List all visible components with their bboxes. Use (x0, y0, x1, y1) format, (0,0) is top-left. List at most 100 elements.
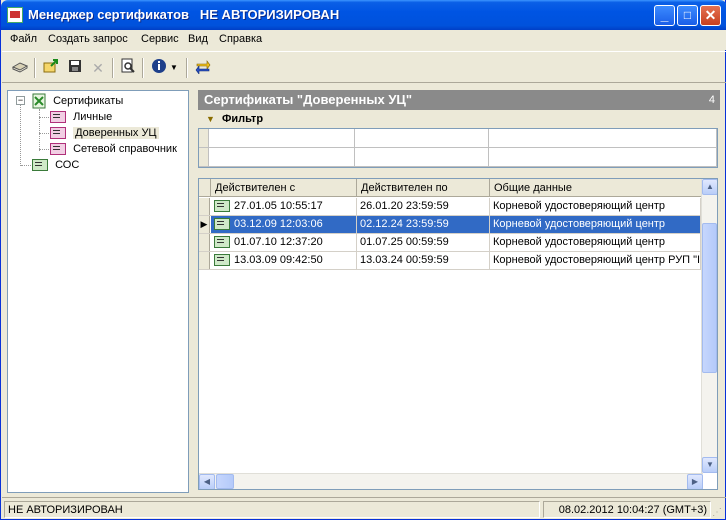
status-auth: НЕ АВТОРИЗИРОВАН (4, 501, 540, 518)
cell-text: 03.12.09 12:03:06 (234, 218, 323, 230)
tree-node-personal[interactable]: Личные (50, 109, 112, 125)
filter-cell[interactable] (209, 148, 355, 167)
dropdown-icon[interactable]: ▼ (168, 58, 180, 78)
view-icon[interactable] (117, 58, 139, 78)
row-indicator[interactable]: ▶ (199, 216, 210, 233)
certificate-icon (214, 236, 230, 249)
tree-line (39, 149, 49, 150)
cell-valid-to[interactable]: 26.01.20 23:59:59 (357, 198, 490, 215)
tree-line (20, 105, 21, 166)
certificate-icon (50, 111, 66, 124)
cell-valid-to[interactable]: 01.07.25 00:59:59 (357, 234, 490, 251)
title-bar[interactable]: Менеджер сертификатов НЕ АВТОРИЗИРОВАН _… (1, 0, 726, 30)
tree-node-trusted-ca[interactable]: Доверенных УЦ (50, 125, 159, 141)
app-window: Менеджер сертификатов НЕ АВТОРИЗИРОВАН _… (0, 0, 726, 520)
tree-label: СОС (55, 159, 80, 171)
menu-create-request[interactable]: Создать запрос (48, 33, 128, 45)
table-row[interactable]: 27.01.05 10:55:17 26.01.20 23:59:59 Корнев… (199, 198, 701, 216)
maximize-button[interactable]: □ (677, 5, 698, 26)
cell-text: 13.03.09 09:42:50 (234, 254, 323, 266)
menu-file[interactable]: Файл (10, 33, 37, 45)
close-button[interactable]: ✕ (700, 5, 721, 26)
filter-cell[interactable] (489, 129, 717, 148)
header-corner (199, 179, 211, 197)
menu-help[interactable]: Справка (219, 33, 262, 45)
tree-node-certificates[interactable]: Сертификаты (32, 93, 123, 109)
book-icon[interactable] (9, 58, 31, 78)
cell-subject[interactable]: Корневой удостоверяющий центр (490, 198, 701, 215)
window-title-auth: НЕ АВТОРИЗИРОВАН (199, 7, 340, 22)
vertical-scroll-thumb[interactable] (702, 223, 717, 373)
scroll-up-button[interactable]: ▲ (702, 179, 717, 195)
toolbar-separator (112, 58, 114, 78)
app-icon[interactable] (7, 7, 23, 23)
cell-valid-from[interactable]: 27.01.05 10:55:17 (211, 198, 357, 215)
resize-grip-icon[interactable]: ⋰ (712, 507, 724, 519)
scroll-down-button[interactable]: ▼ (702, 457, 717, 473)
column-header-valid-to[interactable]: Действителен по (357, 179, 490, 197)
cell-subject[interactable]: Корневой удостоверяющий центр РУП "I (490, 252, 701, 269)
cell-valid-from[interactable]: 13.03.09 09:42:50 (211, 252, 357, 269)
filter-cell[interactable] (209, 129, 355, 148)
status-bar: НЕ АВТОРИЗИРОВАН 08.02.2012 10:04:27 (GM… (2, 497, 726, 519)
crl-icon (32, 159, 48, 172)
certificate-folder-icon (32, 93, 46, 109)
certificates-panel: Сертификаты "Доверенных УЦ" 4 ▼ Фильтр Д… (198, 90, 720, 493)
certificate-icon (50, 143, 66, 156)
tree-label: Сертификаты (53, 95, 124, 107)
save-icon[interactable] (64, 58, 86, 78)
filter-toggle[interactable]: ▼ Фильтр (198, 112, 720, 128)
table-header: Действителен с Действителен по Общие дан… (199, 179, 703, 197)
vertical-scrollbar[interactable]: ▲ ▼ (701, 179, 717, 473)
table-row[interactable]: 13.03.09 09:42:50 13.03.24 00:59:59 Корнев… (199, 252, 701, 270)
toolbar-separator (142, 58, 144, 78)
table-row[interactable]: 01.07.10 12:37:20 01.07.25 00:59:59 Корнев… (199, 234, 701, 252)
horizontal-scrollbar[interactable]: ◀ ▶ (199, 473, 703, 489)
tree-node-network-directory[interactable]: Сетевой справочник (50, 141, 177, 157)
column-header-valid-from[interactable]: Действителен с (211, 179, 357, 197)
horizontal-scroll-thumb[interactable] (216, 474, 234, 489)
certificate-tree[interactable]: − Сертификаты Личные Доверенных УЦ Сетев… (7, 90, 189, 493)
delete-icon[interactable]: ✕ (87, 58, 109, 78)
tree-line (39, 117, 49, 118)
certificate-icon (214, 254, 230, 267)
window-title-app: Менеджер сертификатов (28, 7, 190, 22)
export-icon[interactable] (40, 58, 62, 78)
scroll-right-button[interactable]: ▶ (687, 474, 703, 489)
row-indicator[interactable] (199, 198, 210, 215)
row-indicator[interactable] (199, 234, 210, 251)
minimize-button[interactable]: _ (654, 5, 675, 26)
filter-grid[interactable] (198, 128, 718, 168)
cell-valid-from[interactable]: 03.12.09 12:03:06 (211, 216, 357, 233)
scroll-left-button[interactable]: ◀ (199, 474, 215, 489)
column-header-subject[interactable]: Общие данные (490, 179, 703, 197)
cell-valid-to[interactable]: 02.12.24 23:59:59 (357, 216, 490, 233)
row-indicator[interactable] (199, 252, 210, 269)
tree-collapse-toggle[interactable]: − (16, 96, 25, 105)
cell-subject[interactable]: Корневой удостоверяющий центр (490, 234, 701, 251)
filter-cell[interactable] (355, 148, 489, 167)
certificate-icon (50, 127, 66, 140)
info-icon[interactable] (148, 58, 170, 78)
filter-cell[interactable] (355, 129, 489, 148)
tree-label: Личные (73, 111, 113, 123)
tree-line (39, 133, 49, 134)
cell-text: 27.01.05 10:55:17 (234, 200, 323, 212)
filter-cell (199, 148, 209, 167)
menu-bar: Файл Создать запрос Сервис Вид Справка (2, 30, 726, 50)
cell-valid-from[interactable]: 01.07.10 12:37:20 (211, 234, 357, 251)
cell-subject[interactable]: Корневой удостоверяющий центр (490, 216, 701, 233)
filter-label: Фильтр (222, 113, 264, 125)
certificates-table[interactable]: Действителен с Действителен по Общие дан… (198, 178, 718, 490)
table-row[interactable]: ▶ 03.12.09 12:03:06 02.12.24 23:59:59 Корне… (199, 216, 701, 234)
filter-cell[interactable] (489, 148, 717, 167)
refresh-icon[interactable] (192, 58, 214, 78)
panel-header: Сертификаты "Доверенных УЦ" 4 (198, 90, 720, 110)
cell-valid-to[interactable]: 13.03.24 00:59:59 (357, 252, 490, 269)
toolbar-separator (34, 58, 36, 78)
tree-line (39, 109, 40, 151)
tree-node-crl[interactable]: СОС (32, 157, 79, 173)
menu-service[interactable]: Сервис (141, 33, 179, 45)
menu-view[interactable]: Вид (188, 33, 208, 45)
certificate-icon (214, 200, 230, 213)
